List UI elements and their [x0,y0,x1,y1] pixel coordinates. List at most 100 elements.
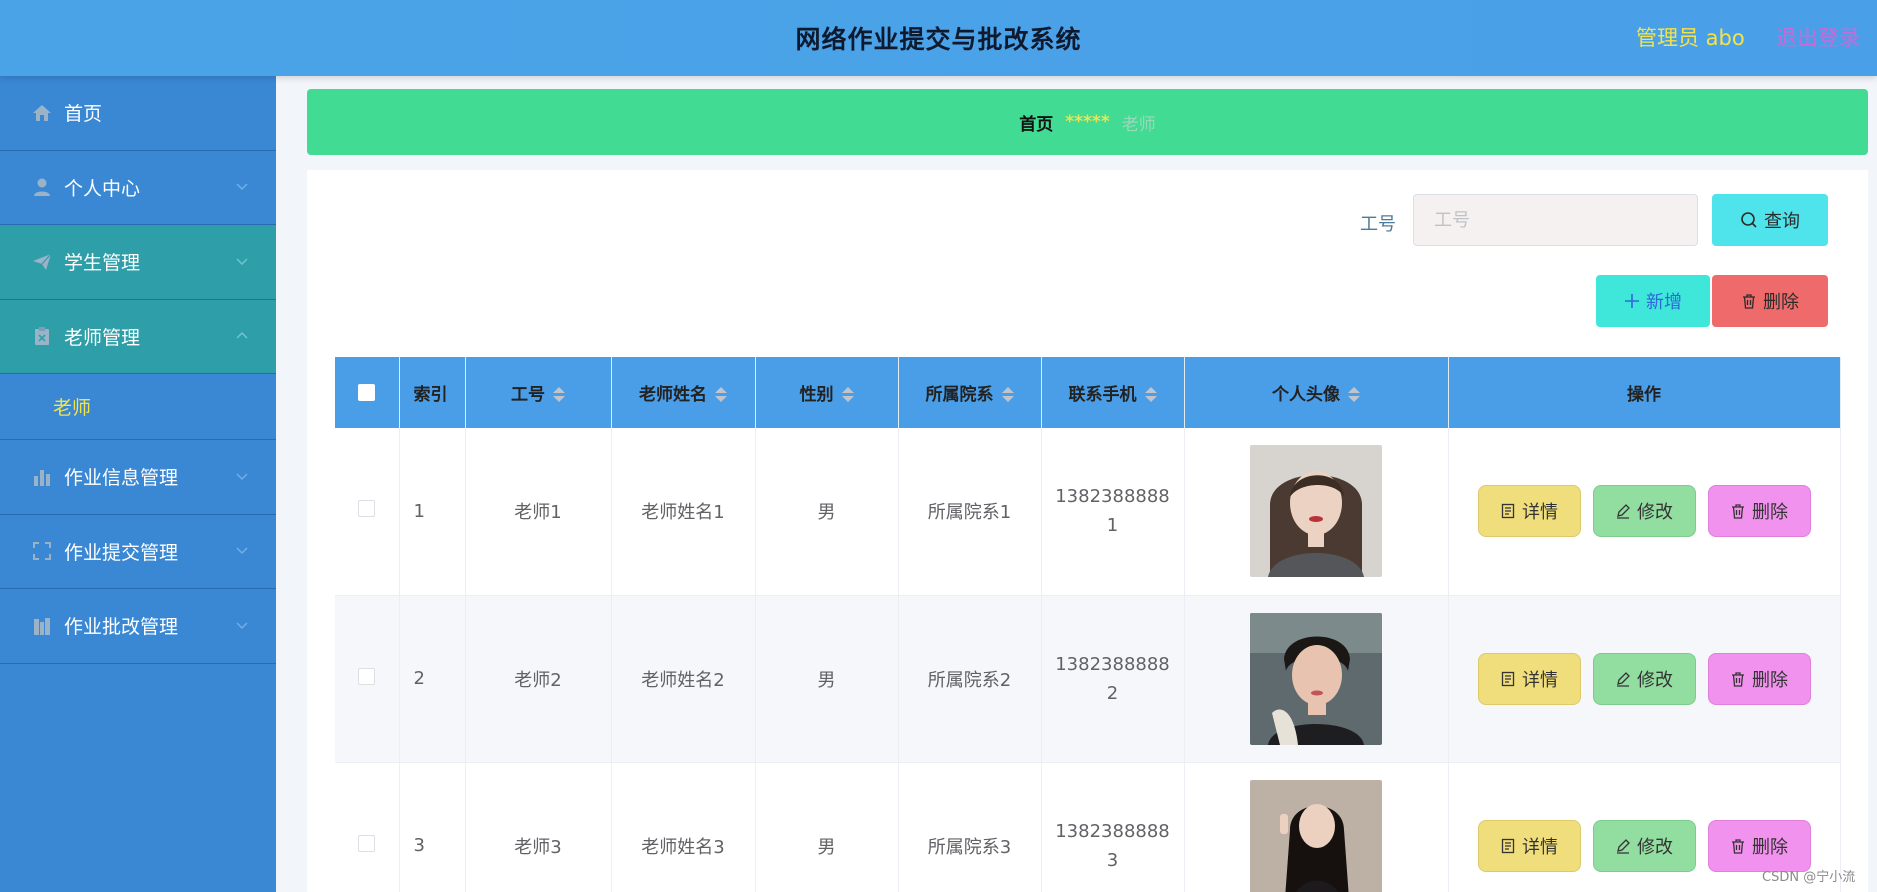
app-title: 网络作业提交与批改系统 [795,25,1082,54]
sidebar-item-label: 学生管理 [64,252,141,275]
detail-button[interactable]: 详情 [1477,485,1581,538]
search-input[interactable] [1413,194,1698,246]
detail-button[interactable]: 详情 [1477,819,1581,872]
add-button-label: 新增 [1646,292,1682,313]
sidebar-item-homework-submit[interactable]: 作业提交管理 [0,515,276,589]
column-header-phone[interactable]: 联系手机 [1041,357,1185,428]
sidebar-item-label: 作业提交管理 [64,541,179,564]
breadcrumb-current: 老师 [1121,114,1156,135]
column-header-actions: 操作 [1448,357,1841,428]
bar-chart-icon [31,466,53,488]
sidebar-subitem-label: 老师 [53,397,92,419]
avatar-photo-3[interactable] [1250,779,1382,892]
sidebar-item-personal-center[interactable]: 个人中心 [0,151,276,225]
breadcrumb-home[interactable]: 首页 [1019,110,1053,135]
cell-id: 老师2 [465,595,612,763]
sidebar-item-label: 作业信息管理 [64,467,179,490]
cell-phone: 1382388888 3 [1041,762,1185,892]
sort-icon[interactable] [715,387,727,403]
sort-icon[interactable] [1001,387,1014,403]
trash-icon [1732,671,1744,687]
home-icon [31,102,53,124]
row-delete-button[interactable]: 删除 [1707,819,1811,872]
column-header-id[interactable]: 工号 [465,357,612,428]
teacher-table: 索引 工号 老师姓名 性别 所属院系 联系手机 个人头像 操作 1 老师1 老师… [335,357,1841,892]
clipboard-icon [31,325,53,347]
table-row: 1 老师1 老师姓名1 男 所属院系1 1382388888 1 详情 修改 删… [335,428,1841,596]
sidebar-item-homework-info[interactable]: 作业信息管理 [0,440,276,515]
column-header-label: 性别 [799,385,834,405]
phone-line-2: 2 [1106,682,1119,704]
send-icon [31,251,53,273]
user-icon [31,176,53,198]
sidebar-item-home[interactable]: 首页 [0,76,276,151]
row-select-cell[interactable] [335,595,400,763]
detail-label: 详情 [1522,669,1558,691]
cell-gender: 男 [755,762,899,892]
detail-button[interactable]: 详情 [1477,652,1581,705]
phone-line-1: 1382388888 [1055,486,1170,508]
edit-button[interactable]: 修改 [1592,485,1696,538]
sidebar-item-teacher-management[interactable]: 老师管理 [0,299,276,374]
document-icon [1501,838,1515,853]
sort-icon[interactable] [1348,387,1360,403]
sidebar-item-label: 首页 [64,103,103,126]
cell-avatar [1184,762,1449,892]
row-delete-button[interactable]: 删除 [1707,652,1811,705]
phone-line-2: 1 [1106,515,1119,537]
chevron-down-icon [236,547,248,555]
remove-label: 删除 [1752,836,1788,858]
fullscreen-icon [31,540,53,562]
table-row: 2 老师2 老师姓名2 男 所属院系2 1382388888 2 详情 修改 删… [335,595,1841,763]
sidebar-subitem-teacher[interactable]: 老师 [0,374,276,440]
chevron-down-icon [236,473,248,480]
column-header-label: 所属院系 [925,385,994,405]
row-checkbox[interactable] [358,834,376,852]
top-header: 网络作业提交与批改系统 管理员 abo 退出登录 [0,0,1877,76]
table-header-row: 索引 工号 老师姓名 性别 所属院系 联系手机 个人头像 操作 [335,357,1841,428]
edit-button[interactable]: 修改 [1592,819,1696,872]
sort-icon[interactable] [841,387,854,403]
row-select-cell[interactable] [335,762,400,892]
trash-icon [1732,504,1744,519]
edit-label: 修改 [1637,502,1673,524]
cell-id: 老师1 [465,428,612,596]
column-header-label: 个人头像 [1272,385,1340,405]
breadcrumb-separator: ***** [1065,112,1110,132]
column-header-avatar[interactable]: 个人头像 [1184,357,1449,428]
delete-button-label: 删除 [1763,292,1799,313]
table-row: 3 老师3 老师姓名3 男 所属院系3 1382388888 3 详情 修改 删… [335,762,1841,892]
row-checkbox[interactable] [358,667,376,685]
cell-actions: 详情 修改 删除 [1448,595,1841,763]
logout-link[interactable]: 退出登录 [1776,22,1860,52]
sidebar-item-label: 个人中心 [64,177,141,200]
row-select-cell[interactable] [335,428,400,596]
search-label: 工号 [1360,214,1396,235]
column-header-index: 索引 [399,357,466,428]
search-button[interactable]: 查询 [1712,194,1828,246]
sidebar: 首页 个人中心 学生管理 老师管理 老师 作业信息管理 作业提交管理 作业批改管… [0,76,276,892]
cell-actions: 详情 修改 删除 [1448,428,1841,596]
sort-icon[interactable] [1144,387,1157,403]
chevron-down-icon [236,622,248,629]
avatar-photo-1[interactable] [1250,445,1382,578]
avatar-photo-2[interactable] [1250,612,1382,745]
column-header-gender[interactable]: 性别 [755,357,899,428]
detail-label: 详情 [1522,502,1558,524]
column-header-dept[interactable]: 所属院系 [898,357,1042,428]
trash-icon [1732,838,1744,854]
batch-delete-button[interactable]: 删除 [1712,275,1828,327]
column-header-name[interactable]: 老师姓名 [611,357,756,428]
row-delete-button[interactable]: 删除 [1707,485,1811,538]
sort-icon[interactable] [553,387,565,403]
edit-button[interactable]: 修改 [1592,652,1696,705]
sidebar-item-student-management[interactable]: 学生管理 [0,225,276,300]
row-checkbox[interactable] [358,500,376,518]
select-all-checkbox[interactable] [358,384,376,401]
admin-username: 管理员 abo [1636,26,1745,50]
remove-label: 删除 [1752,669,1788,691]
sidebar-item-homework-grading[interactable]: 作业批改管理 [0,589,276,664]
column-header-label: 联系手机 [1068,385,1137,405]
add-button[interactable]: 新增 [1596,275,1710,327]
select-all-cell[interactable] [335,357,400,428]
